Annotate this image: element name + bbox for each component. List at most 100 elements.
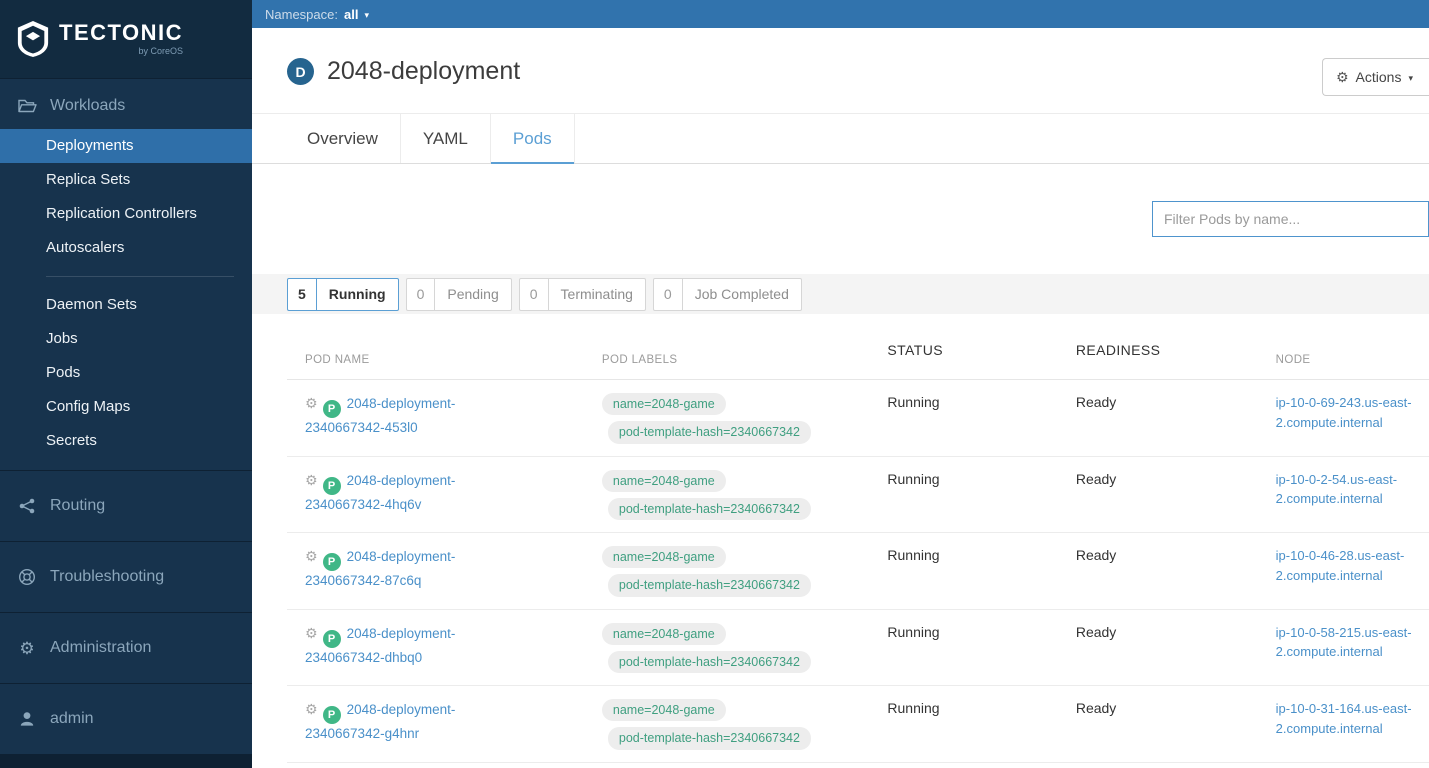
tab-yaml[interactable]: YAML bbox=[401, 114, 491, 163]
sidebar-item-deployments[interactable]: Deployments bbox=[0, 129, 252, 163]
filter-running-count: 5 bbox=[288, 278, 317, 310]
pod-name-cell: ⚙ P 2048-deployment-2340667342-4hq6v bbox=[287, 470, 584, 516]
gear-icon: ⚙ bbox=[19, 638, 35, 658]
pod-name-cell: ⚙ P 2048-deployment-2340667342-453l0 bbox=[287, 393, 584, 439]
table-row: ⚙ P 2048-deployment-2340667342-87c6q name=… bbox=[287, 533, 1429, 610]
section-label-admin: admin bbox=[50, 710, 94, 727]
node-link[interactable]: ip-10-0-46-28.us-east-2.compute.internal bbox=[1276, 546, 1415, 585]
pod-labels-cell: name=2048-game pod-template-hash=2340667… bbox=[584, 699, 870, 750]
sidebar-divider bbox=[46, 276, 234, 277]
life-ring-icon bbox=[17, 568, 37, 586]
sidebar-nav: Workloads Deployments Replica Sets Repli… bbox=[0, 78, 252, 754]
node-link[interactable]: ip-10-0-31-164.us-east-2.compute.interna… bbox=[1276, 699, 1415, 738]
actions-button[interactable]: ⚙ Actions ▾ bbox=[1321, 58, 1429, 96]
sidebar-section-header-workloads[interactable]: Workloads bbox=[0, 89, 252, 123]
namespace-bar[interactable]: Namespace: all ▾ bbox=[252, 0, 1429, 28]
sidebar-item-daemon-sets[interactable]: Daemon Sets bbox=[0, 288, 252, 322]
pod-readiness: Ready bbox=[1075, 470, 1117, 487]
pods-table: POD NAME POD LABELS STATUS READINESS NOD… bbox=[287, 341, 1429, 763]
sidebar-footer bbox=[0, 754, 252, 768]
gear-icon[interactable]: ⚙ bbox=[305, 548, 318, 564]
sidebar-section-header-troubleshooting[interactable]: Troubleshooting bbox=[0, 560, 252, 594]
tab-pods[interactable]: Pods bbox=[490, 114, 575, 164]
pod-status: Running bbox=[887, 623, 940, 640]
section-label-troubleshooting: Troubleshooting bbox=[50, 568, 165, 585]
sidebar-item-secrets[interactable]: Secrets bbox=[0, 424, 252, 458]
sidebar-section-admin: admin bbox=[0, 683, 252, 754]
namespace-value: all bbox=[343, 6, 359, 22]
table-row: ⚙ P 2048-deployment-2340667342-dhbq0 name=… bbox=[287, 610, 1429, 686]
column-header-node: NODE bbox=[1275, 354, 1311, 366]
filter-terminating-label: Terminating bbox=[560, 286, 633, 302]
node-link[interactable]: ip-10-0-2-54.us-east-2.compute.internal bbox=[1276, 470, 1415, 509]
logo-title: TECTONIC bbox=[59, 20, 184, 45]
sidebar-section-header-admin[interactable]: admin bbox=[0, 702, 252, 736]
pod-readiness: Ready bbox=[1075, 700, 1117, 716]
routing-icon bbox=[17, 497, 37, 515]
section-label-workloads: Workloads bbox=[50, 97, 126, 114]
chevron-down-icon: ▾ bbox=[1408, 72, 1413, 83]
filter-running-label: Running bbox=[328, 286, 386, 302]
sidebar-section-header-administration[interactable]: ⚙ Administration bbox=[0, 631, 252, 665]
node-link[interactable]: ip-10-0-69-243.us-east-2.compute.interna… bbox=[1276, 393, 1415, 432]
pod-labels-cell: name=2048-game pod-template-hash=2340667… bbox=[584, 393, 870, 444]
pod-filter-input[interactable] bbox=[1152, 201, 1429, 237]
tab-overview[interactable]: Overview bbox=[285, 114, 401, 163]
pod-icon: P bbox=[322, 629, 341, 648]
sidebar-section-header-routing[interactable]: Routing bbox=[0, 489, 252, 523]
pod-label-tag[interactable]: name=2048-game bbox=[601, 393, 726, 416]
namespace-label: Namespace: bbox=[265, 6, 338, 22]
tectonic-shield-icon bbox=[17, 21, 49, 57]
gear-icon[interactable]: ⚙ bbox=[305, 625, 318, 641]
pod-label-tag[interactable]: name=2048-game bbox=[601, 546, 726, 569]
pod-node-cell: ip-10-0-31-164.us-east-2.compute.interna… bbox=[1258, 699, 1429, 738]
pod-label-tag[interactable]: pod-template-hash=2340667342 bbox=[607, 650, 811, 673]
pod-node-cell: ip-10-0-46-28.us-east-2.compute.internal bbox=[1258, 546, 1429, 585]
gear-icon[interactable]: ⚙ bbox=[305, 472, 318, 488]
app: TECTONIC by CoreOS Workloads Deployments bbox=[0, 0, 1429, 768]
pod-icon: P bbox=[322, 476, 341, 495]
pod-label-tag[interactable]: name=2048-game bbox=[601, 699, 726, 722]
filter-terminating-button[interactable]: 0 Terminating bbox=[518, 277, 646, 311]
node-link[interactable]: ip-10-0-58-215.us-east-2.compute.interna… bbox=[1276, 623, 1415, 662]
sidebar-item-replication-controllers[interactable]: Replication Controllers bbox=[0, 197, 252, 231]
workloads-items: Deployments Replica Sets Replication Con… bbox=[0, 129, 252, 458]
sidebar-item-pods[interactable]: Pods bbox=[0, 356, 252, 390]
tectonic-logo: TECTONIC by CoreOS bbox=[0, 0, 252, 78]
pod-label-tag[interactable]: pod-template-hash=2340667342 bbox=[607, 421, 811, 444]
sidebar-item-jobs[interactable]: Jobs bbox=[0, 322, 252, 356]
gear-icon: ⚙ bbox=[1335, 69, 1349, 85]
pod-status: Running bbox=[887, 700, 940, 716]
gear-icon[interactable]: ⚙ bbox=[305, 701, 318, 717]
pod-labels-cell: name=2048-game pod-template-hash=2340667… bbox=[584, 546, 870, 597]
pod-labels-cell: name=2048-game pod-template-hash=2340667… bbox=[584, 622, 870, 673]
filter-running-button[interactable]: 5 Running bbox=[287, 277, 399, 311]
table-row: ⚙ P 2048-deployment-2340667342-g4hnr name=… bbox=[287, 686, 1429, 763]
filter-pending-button[interactable]: 0 Pending bbox=[405, 277, 512, 311]
page-title: 2048-deployment bbox=[327, 57, 521, 85]
pod-readiness: Ready bbox=[1075, 394, 1117, 410]
section-label-administration: Administration bbox=[50, 639, 152, 656]
pod-label-tag[interactable]: name=2048-game bbox=[601, 469, 726, 492]
pod-status: Running bbox=[887, 547, 940, 563]
pod-node-cell: ip-10-0-2-54.us-east-2.compute.internal bbox=[1258, 470, 1429, 509]
pod-labels-cell: name=2048-game pod-template-hash=2340667… bbox=[584, 469, 870, 520]
filter-job-completed-button[interactable]: 0 Job Completed bbox=[652, 277, 802, 311]
sidebar: TECTONIC by CoreOS Workloads Deployments bbox=[0, 0, 252, 768]
pod-node-cell: ip-10-0-58-215.us-east-2.compute.interna… bbox=[1258, 623, 1429, 662]
pod-label-tag[interactable]: pod-template-hash=2340667342 bbox=[607, 497, 811, 520]
sidebar-item-autoscalers[interactable]: Autoscalers bbox=[0, 231, 252, 265]
table-row: ⚙ P 2048-deployment-2340667342-4hq6v name=… bbox=[287, 457, 1429, 533]
pod-label-tag[interactable]: pod-template-hash=2340667342 bbox=[607, 574, 811, 597]
pod-icon: P bbox=[322, 706, 341, 725]
folder-open-icon bbox=[17, 97, 37, 115]
pod-label-tag[interactable]: pod-template-hash=2340667342 bbox=[607, 727, 811, 750]
sidebar-item-replica-sets[interactable]: Replica Sets bbox=[0, 163, 252, 197]
pod-icon: P bbox=[322, 553, 341, 572]
sidebar-item-config-maps[interactable]: Config Maps bbox=[0, 390, 252, 424]
page-header: D 2048-deployment ⚙ Actions ▾ bbox=[252, 28, 1429, 114]
sidebar-section-workloads: Workloads Deployments Replica Sets Repli… bbox=[0, 78, 252, 470]
gear-icon[interactable]: ⚙ bbox=[305, 395, 318, 411]
pod-label-tag[interactable]: name=2048-game bbox=[601, 622, 726, 645]
filter-pending-label: Pending bbox=[447, 286, 499, 302]
